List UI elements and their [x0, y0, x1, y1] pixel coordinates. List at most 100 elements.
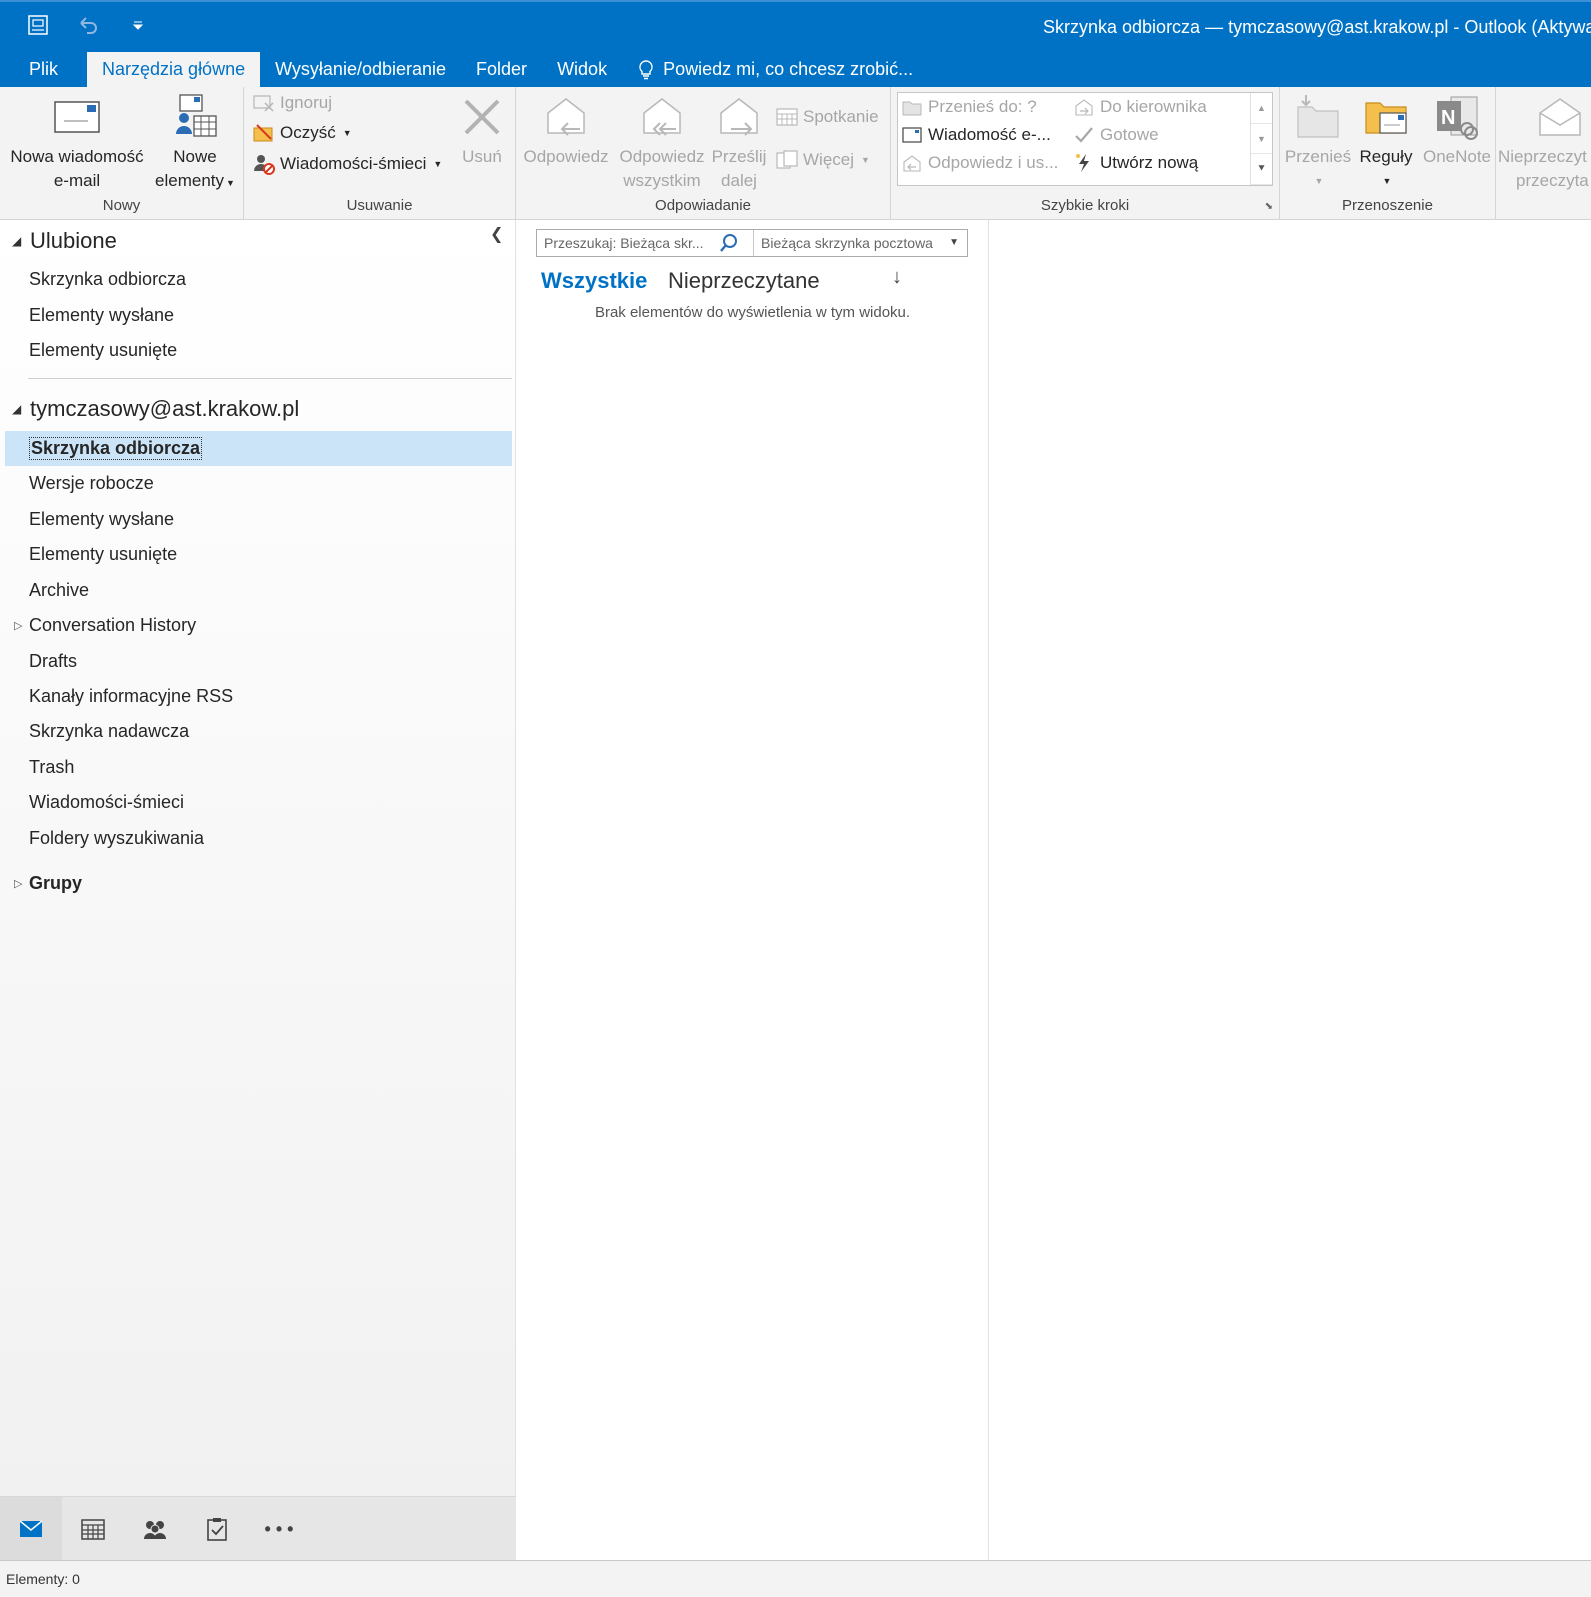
more-respond-icon	[776, 150, 798, 169]
reply-button[interactable]: Odpowiedz	[519, 93, 613, 169]
new-email-button[interactable]: Nowa wiadomość e-mail	[4, 93, 150, 193]
onenote-icon: N	[1433, 93, 1481, 141]
rules-button[interactable]: Reguły ▼	[1352, 93, 1420, 193]
favorite-item[interactable]: Skrzynka odbiorcza	[5, 262, 512, 297]
quick-access-toolbar	[24, 10, 152, 40]
junk-icon	[254, 155, 275, 175]
quick-step-email-label: Wiadomość e-...	[928, 125, 1051, 144]
new-items-label-line2: elementy ▼	[155, 169, 235, 195]
quick-step-create-new-label: Utwórz nową	[1100, 153, 1199, 172]
collapsed-triangle-icon[interactable]: ▷	[14, 877, 22, 890]
collapsed-triangle-icon[interactable]: ▷	[14, 619, 22, 632]
folder-label: Skrzynka nadawcza	[29, 721, 190, 741]
quick-step-reply-delete[interactable]: Odpowiedz i us...	[902, 153, 1058, 173]
reply-all-button[interactable]: Odpowiedz wszystkim	[615, 93, 709, 193]
unread-read-label-line1: Nieprzeczyt	[1498, 147, 1587, 166]
scroll-down-icon[interactable]: ▼	[1251, 124, 1272, 155]
junk-label: Wiadomości-śmieci	[280, 154, 427, 173]
tab-home[interactable]: Narzędzia główne	[87, 52, 261, 87]
tab-folder[interactable]: Folder	[461, 52, 542, 87]
folder-item[interactable]: Trash	[5, 750, 512, 785]
search-scope-dropdown[interactable]: Bieżąca skrzynka pocztowa ▼	[754, 230, 967, 256]
move-to-folder-icon	[902, 101, 922, 116]
account-header[interactable]: ◢ tymczasowy@ast.krakow.pl	[12, 396, 299, 422]
junk-button[interactable]: Wiadomości-śmieci ▼	[253, 153, 442, 175]
search-placeholder: Przeszukaj: Bieżąca skr...	[544, 235, 704, 251]
undo-icon[interactable]	[74, 11, 102, 39]
lightning-icon	[1076, 154, 1089, 172]
search-input[interactable]: Przeszukaj: Bieżąca skr...	[537, 230, 754, 256]
meeting-label: Spotkanie	[803, 107, 879, 126]
scroll-up-icon[interactable]: ▲	[1251, 93, 1272, 124]
folder-item[interactable]: Foldery wyszukiwania	[5, 821, 512, 856]
group-delete: Ignoruj Oczyść ▼ Wiadomości-śmieci ▼ Usuń …	[244, 87, 516, 219]
forward-button[interactable]: Prześlij dalej	[710, 93, 768, 193]
folder-item[interactable]: Elementy usunięte	[5, 537, 512, 572]
more-icon[interactable]: • • •	[248, 1497, 310, 1561]
favorites-header-label: Ulubione	[30, 228, 117, 253]
reading-pane	[989, 220, 1591, 1560]
folder-label: Elementy wysłane	[29, 509, 175, 529]
ignore-button[interactable]: Ignoruj	[253, 93, 332, 113]
tell-me-search[interactable]: Powiedz mi, co chcesz zrobić...	[622, 52, 928, 87]
folder-item[interactable]: Kanały informacyjne RSS	[5, 679, 512, 714]
filter-unread[interactable]: Nieprzeczytane	[668, 268, 820, 294]
new-items-label-line1: Nowe	[173, 147, 217, 166]
send-receive-icon[interactable]	[24, 11, 52, 39]
clean-up-button[interactable]: Oczyść ▼	[253, 123, 352, 143]
collapse-folder-pane-icon[interactable]: ❮	[490, 224, 503, 244]
favorites-header[interactable]: ◢ Ulubione	[12, 228, 117, 254]
dialog-launcher-icon[interactable]: ⬊	[1265, 201, 1273, 212]
search-icon[interactable]	[719, 233, 739, 253]
groups-header[interactable]: ▷ Grupy	[5, 866, 512, 901]
unread-read-button[interactable]: Nieprzeczyt przeczyta	[1498, 93, 1591, 193]
gallery-expand-icon[interactable]: ⯆	[1251, 154, 1272, 186]
status-bar: Elementy: 0	[0, 1560, 1591, 1597]
move-button[interactable]: Przenieś ▼	[1284, 93, 1352, 193]
ignore-icon	[253, 95, 274, 112]
folder-item-inbox[interactable]: Skrzynka odbiorcza	[5, 431, 512, 466]
move-label: Przenieś	[1284, 147, 1352, 166]
calendar-icon[interactable]	[62, 1497, 124, 1561]
tab-file[interactable]: Plik	[0, 52, 87, 87]
folder-item[interactable]: Skrzynka nadawcza	[5, 714, 512, 749]
sort-direction-icon[interactable]: ↓	[892, 266, 902, 289]
folder-item[interactable]: Drafts	[5, 644, 512, 679]
forward-label-line2: dalej	[721, 171, 757, 190]
folder-item[interactable]: ▷ Conversation History	[5, 608, 512, 643]
delete-button[interactable]: Usuń	[452, 93, 512, 169]
folder-item[interactable]: Wersje robocze	[5, 466, 512, 501]
quick-step-create-new[interactable]: Utwórz nową	[1074, 153, 1198, 173]
folder-pane: ❮ ◢ Ulubione Skrzynka odbiorcza Elementy…	[0, 220, 516, 1496]
customize-qat-icon[interactable]	[124, 11, 152, 39]
folder-label: Wersje robocze	[29, 473, 154, 493]
quick-step-done[interactable]: Gotowe	[1074, 125, 1159, 145]
tab-view[interactable]: Widok	[542, 52, 622, 87]
folder-item[interactable]: Elementy wysłane	[5, 502, 512, 537]
quick-steps-gallery: Przenieś do: ? Wiadomość e-... Odpowiedz…	[897, 92, 1273, 186]
tab-send-receive[interactable]: Wysyłanie/odbieranie	[260, 52, 461, 87]
forward-label-line1: Prześlij	[711, 147, 767, 166]
favorite-item[interactable]: Elementy wysłane	[5, 298, 512, 333]
group-new: Nowa wiadomość e-mail Nowe elementy ▼ Now…	[0, 87, 244, 219]
new-email-label-line1: Nowa wiadomość	[10, 147, 144, 166]
rules-label: Reguły	[1359, 147, 1413, 166]
meeting-button[interactable]: Spotkanie	[776, 107, 879, 127]
people-icon[interactable]	[124, 1497, 186, 1561]
favorite-item[interactable]: Elementy usunięte	[5, 333, 512, 368]
folder-item[interactable]: Archive	[5, 573, 512, 608]
folder-item[interactable]: Wiadomości-śmieci	[5, 785, 512, 820]
filter-all[interactable]: Wszystkie	[541, 268, 647, 294]
message-list: Przeszukaj: Bieżąca skr... Bieżąca skrzy…	[516, 220, 989, 1560]
tasks-icon[interactable]	[186, 1497, 248, 1561]
delete-icon	[458, 93, 506, 141]
quick-step-done-label: Gotowe	[1100, 125, 1159, 144]
onenote-button[interactable]: N OneNote	[1420, 93, 1494, 169]
quick-step-move-to[interactable]: Przenieś do: ?	[902, 97, 1037, 117]
mail-icon[interactable]	[0, 1497, 62, 1561]
new-items-button[interactable]: Nowe elementy ▼	[150, 93, 240, 195]
quick-step-to-manager[interactable]: Do kierownika	[1074, 97, 1207, 117]
quick-step-email[interactable]: Wiadomość e-...	[902, 125, 1051, 145]
more-respond-button[interactable]: Więcej ▼	[776, 150, 870, 170]
expanded-triangle-icon: ◢	[12, 234, 22, 248]
